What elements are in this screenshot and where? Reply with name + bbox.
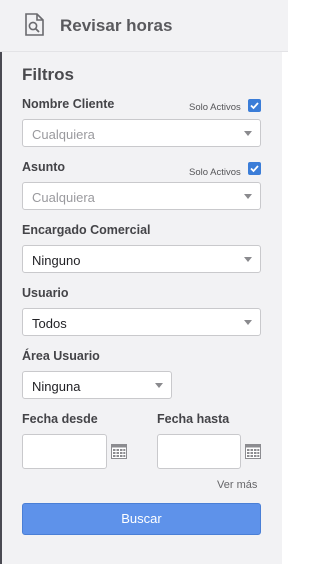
nombre-cliente-select[interactable]: Cualquiera <box>22 119 261 147</box>
asunto-solo-activos-label: Solo Activos <box>189 167 241 178</box>
page-header: Revisar horas <box>0 0 288 52</box>
ver-mas-link[interactable]: Ver más <box>217 479 257 491</box>
nombre-cliente-value: Cualquiera <box>32 127 95 142</box>
usuario-label: Usuario <box>22 286 69 300</box>
fecha-hasta-input[interactable] <box>157 434 241 469</box>
asunto-select[interactable]: Cualquiera <box>22 182 261 210</box>
usuario-select[interactable]: Todos <box>22 308 261 336</box>
encargado-comercial-label: Encargado Comercial <box>22 223 151 237</box>
nombre-cliente-label: Nombre Cliente <box>22 97 115 111</box>
encargado-comercial-value: Ninguno <box>32 253 81 268</box>
filters-title: Filtros <box>22 65 74 84</box>
area-usuario-select[interactable]: Ninguna <box>22 371 172 399</box>
check-icon <box>250 102 259 110</box>
chevron-down-icon <box>244 320 252 325</box>
page-title: Revisar horas <box>60 16 173 35</box>
encargado-comercial-select[interactable]: Ninguno <box>22 245 261 273</box>
check-icon <box>250 165 259 173</box>
area-usuario-label: Área Usuario <box>22 349 100 363</box>
panel-edge <box>282 52 288 564</box>
search-document-icon <box>22 12 48 38</box>
fecha-desde-input[interactable] <box>22 434 107 469</box>
nombre-cliente-solo-activos-checkbox[interactable] <box>248 99 261 112</box>
asunto-label: Asunto <box>22 160 66 174</box>
buscar-button[interactable]: Buscar <box>22 503 261 535</box>
area-usuario-value: Ninguna <box>32 379 81 394</box>
calendar-icon[interactable] <box>245 443 261 459</box>
asunto-solo-activos-checkbox[interactable] <box>248 162 261 175</box>
usuario-value: Todos <box>32 316 67 331</box>
chevron-down-icon <box>244 131 252 136</box>
calendar-icon[interactable] <box>111 443 127 459</box>
chevron-down-icon <box>155 383 163 388</box>
fecha-hasta-label: Fecha hasta <box>157 412 230 426</box>
chevron-down-icon <box>244 257 252 262</box>
chevron-down-icon <box>244 194 252 199</box>
nombre-cliente-solo-activos-label: Solo Activos <box>189 102 241 113</box>
fecha-desde-label: Fecha desde <box>22 412 98 426</box>
asunto-value: Cualquiera <box>32 190 95 205</box>
